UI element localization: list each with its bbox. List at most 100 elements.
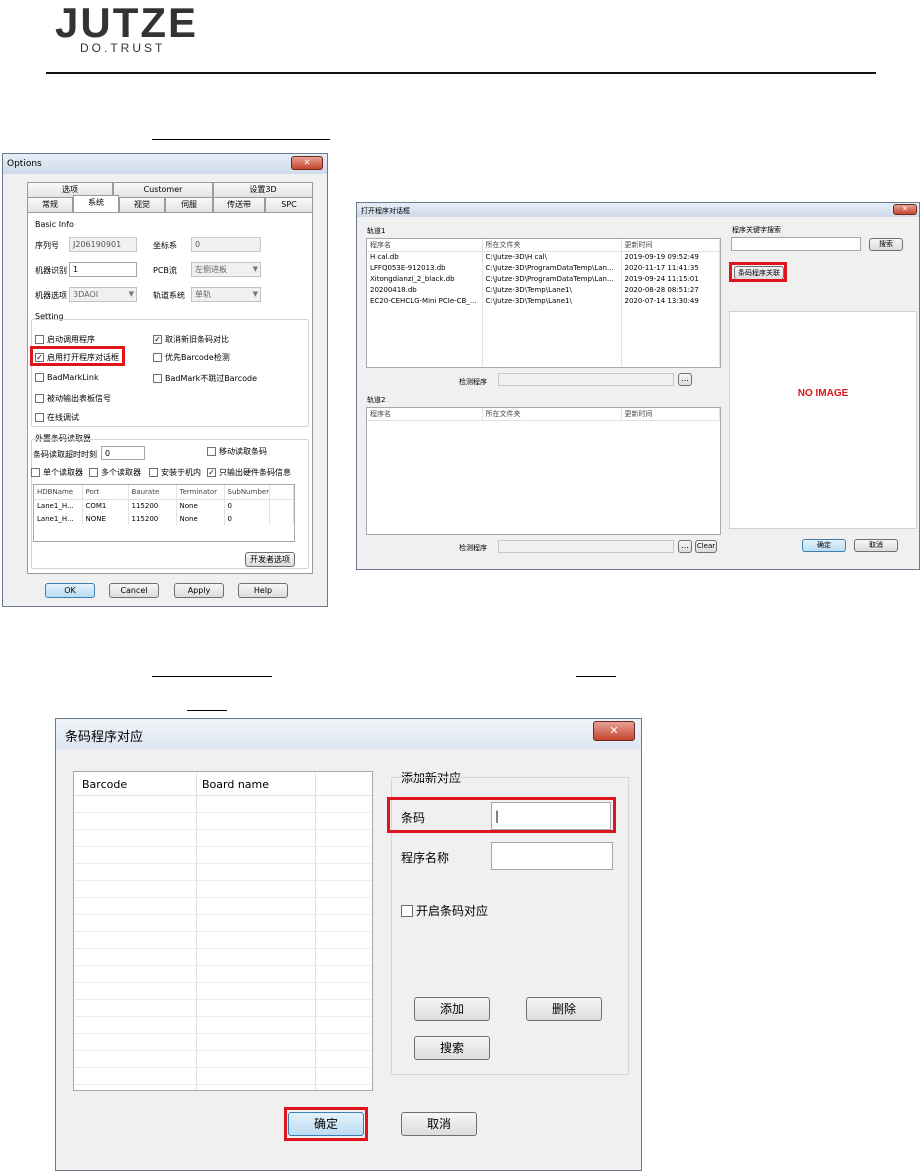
cancel-button[interactable]: 取消	[401, 1112, 477, 1136]
checkbox-label: 被动输出表板信号	[47, 394, 111, 403]
close-button[interactable]: ✕	[893, 204, 917, 215]
enable-open-program-dialog-checkbox[interactable]: ✓ 启用打开程序对话框	[35, 352, 119, 363]
reader-table[interactable]: HDBName Port Baurate Terminator SubNumbe…	[33, 484, 295, 542]
tab-settings-3d[interactable]: 设置3D	[213, 182, 313, 197]
clear-button[interactable]: Clear	[695, 540, 717, 553]
track-system-select[interactable]: 单轨 ▼	[191, 287, 261, 302]
col-barcode: Barcode	[82, 778, 128, 791]
track2-detect-field[interactable]	[498, 540, 674, 553]
text-underline	[152, 139, 330, 140]
check-icon: ✓	[207, 468, 216, 477]
tab-general[interactable]: 常规	[27, 197, 73, 212]
table-cell: 0	[224, 499, 270, 512]
cancel-barcode-compare-checkbox[interactable]: ✓ 取消新旧条码对比	[153, 334, 229, 345]
machine-type-select[interactable]: 3DAOI ▼	[69, 287, 137, 302]
tab-vision[interactable]: 视觉	[119, 197, 165, 212]
track2-program-list[interactable]: 程序名 所在文件夹 更新时间	[366, 407, 721, 535]
checkbox-label: BadMark不跳过Barcode	[165, 374, 257, 383]
serial-field[interactable]: J206190901	[69, 237, 137, 252]
tab-servo[interactable]: 伺服	[165, 197, 213, 212]
cancel-button[interactable]: Cancel	[109, 583, 159, 598]
table-cell: Lane1_H...	[34, 499, 83, 512]
timeout-field[interactable]: 0	[101, 446, 145, 460]
auto-load-program-checkbox[interactable]: 启动调用程序	[35, 334, 95, 345]
checkbox-box	[401, 904, 413, 917]
apply-button[interactable]: Apply	[174, 583, 224, 598]
list-header: Barcode Board name	[74, 772, 372, 796]
table-row[interactable]: 20200418.db C:\Jutze-3D\Temp\Lane1\ 2020-0…	[367, 284, 720, 295]
barcode-dialog-title: 条码程序对应	[65, 730, 144, 745]
column-divider	[315, 772, 316, 1090]
machine-type-label: 机器选项	[35, 291, 67, 300]
list-grid-lines	[74, 796, 372, 1090]
tab-customer[interactable]: Customer	[113, 182, 213, 197]
barcode-mapping-list[interactable]: Barcode Board name	[73, 771, 373, 1091]
chevron-down-icon: ▼	[128, 290, 134, 298]
install-internal-checkbox[interactable]: 安装于机内	[149, 467, 201, 478]
passive-output-checkbox[interactable]: 被动输出表板信号	[35, 393, 111, 404]
move-read-checkbox[interactable]: 移动读取条码	[207, 446, 267, 457]
track1-detect-field[interactable]	[498, 373, 674, 386]
search-button[interactable]: 搜索	[869, 238, 903, 251]
table-cell: 20200418.db	[367, 284, 483, 295]
tab-spc[interactable]: SPC	[265, 197, 313, 212]
hardware-barcode-only-checkbox[interactable]: ✓ 只输出硬件条码信息	[207, 467, 291, 478]
ok-button[interactable]: 确定	[288, 1112, 364, 1136]
table-row[interactable]: LFFQ053E-912013.db C:\Jutze-3D\ProgramDat…	[367, 262, 720, 273]
col-baurate: Baurate	[128, 485, 177, 500]
checkbox-label: 启用打开程序对话框	[47, 353, 119, 362]
search-button[interactable]: 搜索	[414, 1036, 490, 1060]
table-cell	[269, 499, 294, 512]
table-cell: LFFQ053E-912013.db	[367, 262, 483, 273]
table-row[interactable]: Lane1_H... COM1 115200 None 0	[34, 499, 294, 512]
company-tagline: DO.TRUST	[80, 41, 166, 55]
multi-reader-checkbox[interactable]: 多个读取器	[89, 467, 141, 478]
ok-button[interactable]: OK	[45, 583, 95, 598]
text-underline	[152, 676, 272, 677]
timeout-label: 条码读取超时时刻	[33, 450, 97, 459]
badmark-no-skip-checkbox[interactable]: BadMark不跳过Barcode	[153, 373, 257, 384]
enable-barcode-mapping-checkbox[interactable]: 开启条码对应	[401, 902, 488, 919]
cancel-button[interactable]: 取消	[854, 539, 898, 552]
close-button[interactable]: ✕	[291, 156, 323, 170]
ok-button[interactable]: 确定	[802, 539, 846, 552]
program-name-input[interactable]	[491, 842, 613, 870]
add-button[interactable]: 添加	[414, 997, 490, 1021]
tab-system[interactable]: 系统	[73, 195, 119, 212]
delete-button[interactable]: 删除	[526, 997, 602, 1021]
badmark-link-checkbox[interactable]: BadMarkLink	[35, 373, 99, 382]
machine-id-field[interactable]: 1	[69, 262, 137, 277]
table-row[interactable]: Lane1_H... NONE 115200 None 0	[34, 512, 294, 525]
tab-conveyor[interactable]: 传送带	[213, 197, 265, 212]
barcode-first-checkbox[interactable]: 优先Barcode检测	[153, 352, 230, 363]
keyword-search-label: 程序关键字搜索	[732, 226, 781, 234]
program-name-label: 程序名称	[401, 851, 450, 865]
checkbox-box	[35, 335, 44, 344]
developer-options-button[interactable]: 开发者选项	[245, 552, 295, 567]
table-row[interactable]: EC20-CEHCLG-Mini PCIe-CB_... C:\Jutze-3D\…	[367, 295, 720, 306]
track1-browse-button[interactable]: ...	[678, 373, 692, 386]
online-debug-checkbox[interactable]: 在线调试	[35, 412, 79, 423]
single-reader-checkbox[interactable]: 单个读取器	[31, 467, 83, 478]
coord-label: 坐标系	[153, 241, 177, 250]
track2-browse-button[interactable]: ...	[678, 540, 692, 553]
checkbox-box	[31, 468, 40, 477]
help-button[interactable]: Help	[238, 583, 288, 598]
checkbox-box	[153, 374, 162, 383]
options-dialog: Options ✕ 选项 Customer 设置3D 常规 系统 视觉 伺服 传…	[2, 153, 328, 607]
checkbox-label: 在线调试	[47, 413, 79, 422]
barcode-program-link-button[interactable]: 条码程序关联	[734, 266, 784, 280]
close-button[interactable]: ✕	[593, 721, 635, 741]
keyword-search-input[interactable]	[731, 237, 861, 251]
coord-field[interactable]: 0	[191, 237, 261, 252]
table-cell: 0	[224, 512, 270, 525]
table-cell: 115200	[128, 499, 177, 512]
table-row[interactable]: H cal.db C:\Jutze-3D\H cal\ 2019-09-19 09:…	[367, 251, 720, 262]
track1-program-list[interactable]: 程序名 所在文件夹 更新时间 H cal.db C:\Jutze-3D\H cal…	[366, 238, 721, 368]
checkbox-label: 多个读取器	[101, 468, 141, 477]
pcb-flow-select[interactable]: 左侧进板 ▼	[191, 262, 261, 277]
track-system-label: 轨道系统	[153, 291, 185, 300]
barcode-titlebar: 条码程序对应 ✕	[56, 719, 641, 749]
barcode-input[interactable]: |	[491, 802, 611, 830]
table-row[interactable]: Xitongdianzi_2_black.db C:\Jutze-3D\Progr…	[367, 273, 720, 284]
